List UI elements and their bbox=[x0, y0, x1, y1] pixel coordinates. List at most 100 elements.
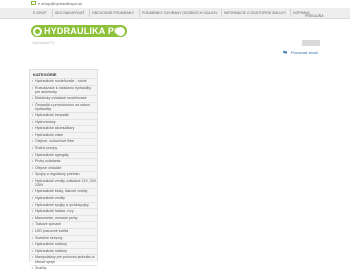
bullet-icon bbox=[32, 173, 33, 176]
bullet-icon bbox=[32, 266, 33, 269]
bullet-icon bbox=[32, 210, 33, 213]
category-item[interactable]: Tlakové spínače bbox=[31, 222, 97, 226]
category-label: Hydraulické ventily bbox=[35, 196, 65, 200]
bullet-icon bbox=[32, 140, 33, 143]
compare-icon[interactable]: ⇆ bbox=[283, 50, 287, 56]
category-item[interactable]: Ručné pumpy bbox=[31, 146, 97, 150]
nav-separator bbox=[52, 9, 53, 17]
sidebar-title: KATEGÓRIE bbox=[33, 72, 57, 77]
logo-text: HYDRAULIKA PO bbox=[44, 26, 122, 36]
bullet-icon bbox=[32, 97, 33, 99]
bullet-icon bbox=[32, 216, 33, 219]
bullet-icon bbox=[32, 80, 33, 82]
logo-circle-icon bbox=[33, 26, 42, 36]
category-item[interactable]: Spojky a regulátory prietoku bbox=[31, 172, 97, 176]
category-item[interactable]: Hydraulické rotátory bbox=[31, 249, 97, 253]
nav-separator bbox=[89, 9, 90, 17]
logo-ball-icon bbox=[116, 26, 125, 36]
category-label: Tlakové spínače bbox=[35, 222, 62, 227]
category-item[interactable]: Čerpadlá s prevodovkou na náhon hydrauli… bbox=[31, 103, 97, 112]
compare-link[interactable]: Porovnať zboží bbox=[291, 50, 318, 55]
category-item[interactable]: Elektricky ovládané rozdeľovače bbox=[31, 96, 97, 100]
bullet-icon bbox=[32, 166, 33, 169]
category-label: Značky bbox=[35, 265, 47, 270]
bullet-icon bbox=[32, 256, 33, 259]
category-sidebar: KATEGÓRIE Hydraulické rozdeľovače - ručn… bbox=[29, 69, 98, 270]
bullet-icon bbox=[32, 86, 33, 89]
category-label: Hydraulické akumulátory bbox=[35, 126, 75, 131]
category-label: Ručné pumpy bbox=[35, 146, 58, 150]
category-item[interactable]: Rozvádzače k ovládaniu hydrauliky pre au… bbox=[31, 86, 97, 95]
category-label: Hydraulické spojky a rýchlospojky bbox=[35, 202, 89, 207]
bullet-icon bbox=[32, 190, 33, 193]
bullet-icon bbox=[32, 147, 33, 149]
category-label: Hydraulické valce bbox=[35, 132, 64, 137]
nav-separator bbox=[221, 9, 222, 17]
category-item[interactable]: Hydraulické spojky a rýchlospojky bbox=[31, 203, 97, 207]
bullet-icon bbox=[32, 153, 33, 156]
category-item[interactable]: Hydraulické ventily ovládané 12V, 24V, 2… bbox=[31, 179, 97, 188]
category-item[interactable]: Hydraulické bloky, tlakové ventily bbox=[31, 189, 97, 193]
contact-email[interactable]: e-shop@hydraulikapo.sk bbox=[38, 0, 82, 7]
category-item[interactable]: Hydraulické hadice, rúry bbox=[31, 209, 97, 213]
category-label: Hydraulické rozdeľovače - ručné bbox=[35, 79, 87, 83]
nav-separator bbox=[290, 9, 291, 17]
bullet-icon bbox=[32, 160, 33, 163]
category-label: Hydraulické čerpadlá bbox=[35, 113, 69, 117]
category-item[interactable]: Hydraulické ventily bbox=[31, 196, 97, 200]
category-label: Hydraulické hadice, rúry bbox=[35, 209, 74, 214]
category-label: Hydraulické agregáty bbox=[35, 152, 69, 157]
bullet-icon bbox=[32, 223, 33, 226]
bullet-icon bbox=[32, 236, 33, 239]
category-label: LED pracovné svetlá bbox=[35, 229, 69, 233]
category-label: Hydraulické rotátory bbox=[35, 248, 67, 253]
nav-item[interactable]: PODMIENKY OCHRANY OSOBNÝCH ÚDAJOV bbox=[142, 8, 218, 18]
category-label: Hydraulické rotátory bbox=[35, 242, 67, 247]
nav-item[interactable]: E-SHOP bbox=[33, 8, 46, 18]
bullet-icon bbox=[32, 243, 33, 246]
category-label: Čerpadlá s prevodovkou na náhon hydrauli… bbox=[35, 102, 90, 111]
bullet-icon bbox=[32, 114, 33, 116]
breadcrumb[interactable]: Hydraulika PO bbox=[32, 41, 55, 45]
search-input[interactable] bbox=[302, 40, 320, 46]
category-item[interactable]: Hydraulické rozdeľovače - ručné bbox=[31, 79, 97, 83]
category-item[interactable]: Hydraulické akumulátory bbox=[31, 126, 97, 130]
bullet-icon bbox=[32, 197, 33, 199]
bullet-icon bbox=[32, 120, 33, 123]
category-item[interactable]: Olejové chladiče bbox=[31, 166, 97, 170]
category-item[interactable]: LED pracovné svetlá bbox=[31, 229, 97, 233]
category-label: Elektricky ovládané rozdeľovače bbox=[35, 96, 87, 100]
category-item[interactable]: Svetelné senzory bbox=[31, 236, 97, 240]
category-item[interactable]: Hydromotory bbox=[31, 120, 97, 124]
category-item[interactable]: Manometre, meracie prvky bbox=[31, 216, 97, 220]
bullet-icon bbox=[32, 230, 33, 232]
nav-separator bbox=[139, 9, 140, 17]
mail-icon bbox=[31, 1, 36, 5]
category-label: Spojky a regulátory prietoku bbox=[35, 172, 80, 177]
category-item[interactable]: Hydraulické agregáty bbox=[31, 153, 97, 157]
category-item[interactable]: Značky bbox=[31, 266, 97, 270]
nav-item[interactable]: OBCHODNÉ PODMIENKY bbox=[92, 8, 134, 18]
category-item[interactable]: Hydraulické rotátory bbox=[31, 242, 97, 246]
nav-item[interactable]: INFORMÁCIE O ODSTÚPENÍ ZMLUVY bbox=[224, 8, 286, 18]
category-label: Hydraulické ventily ovládané 12V, 24V, 2… bbox=[35, 179, 97, 188]
category-label: Manipulátory pre pohonnú jednotku a kĺbo… bbox=[35, 255, 95, 264]
category-item[interactable]: Olejové, vzduchové filtre bbox=[31, 139, 97, 143]
category-label: Olejové, vzduchové filtre bbox=[35, 139, 75, 144]
category-label: Hydromotory bbox=[35, 119, 56, 124]
category-item[interactable]: Hydraulické valce bbox=[31, 133, 97, 137]
category-item[interactable]: Hydraulické čerpadlá bbox=[31, 113, 97, 117]
bullet-icon bbox=[32, 133, 33, 136]
category-item[interactable]: Manipulátory pre pohonnú jednotku a kĺbo… bbox=[31, 255, 97, 264]
category-item[interactable]: Prvky ovládania bbox=[31, 159, 97, 163]
nav-item[interactable]: AKO NAKUPOVAŤ bbox=[55, 8, 85, 18]
category-label: Svetelné senzory bbox=[35, 235, 63, 240]
category-label: Manometre, meracie prvky bbox=[35, 215, 78, 220]
category-label: Prvky ovládania bbox=[35, 159, 61, 164]
bullet-icon bbox=[32, 203, 33, 206]
category-label: Olejové chladiče bbox=[35, 165, 62, 170]
bullet-icon bbox=[32, 249, 33, 252]
top-bar: e-shop@hydraulikapo.sk bbox=[0, 0, 350, 8]
site-logo[interactable]: HYDRAULIKA PO bbox=[31, 25, 127, 37]
category-label: Hydraulické bloky, tlakové ventily bbox=[35, 189, 88, 194]
